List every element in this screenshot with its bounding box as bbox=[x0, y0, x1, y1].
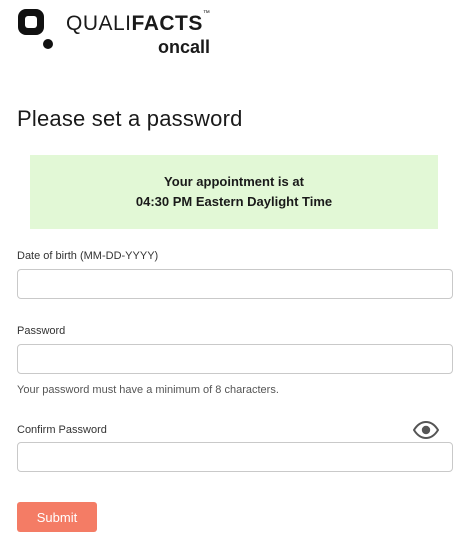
logo-wordmark: QUALIFACTS™ bbox=[66, 10, 211, 36]
set-password-page: QUALIFACTS™ oncall Please set a password… bbox=[0, 0, 474, 542]
appointment-notice-line1: Your appointment is at bbox=[164, 174, 304, 189]
appointment-notice-time: 04:30 PM Eastern Daylight Time bbox=[135, 194, 333, 209]
eye-icon[interactable] bbox=[413, 421, 439, 439]
password-label: Password bbox=[17, 325, 66, 337]
confirm-password-label: Confirm Password bbox=[17, 424, 107, 436]
page-title: Please set a password bbox=[17, 106, 243, 131]
confirm-password-input[interactable] bbox=[17, 442, 453, 472]
qualifacts-logo-mark-icon bbox=[18, 9, 53, 49]
appointment-notice: Your appointment is at 04:30 PM Eastern … bbox=[30, 155, 438, 229]
password-input[interactable] bbox=[17, 344, 453, 374]
submit-button[interactable]: Submit bbox=[17, 502, 97, 532]
dob-input[interactable] bbox=[17, 269, 453, 299]
logo-subtitle: oncall bbox=[158, 37, 211, 57]
logo-trademark: ™ bbox=[202, 10, 211, 17]
qualifacts-oncall-logo: QUALIFACTS™ oncall bbox=[16, 6, 256, 57]
logo-word-facts: FACTS bbox=[131, 12, 203, 35]
dob-label: Date of birth (MM-DD-YYYY) bbox=[17, 250, 159, 262]
logo-word-quali: QUALI bbox=[66, 12, 132, 35]
password-hint: Your password must have a minimum of 8 c… bbox=[17, 384, 279, 396]
